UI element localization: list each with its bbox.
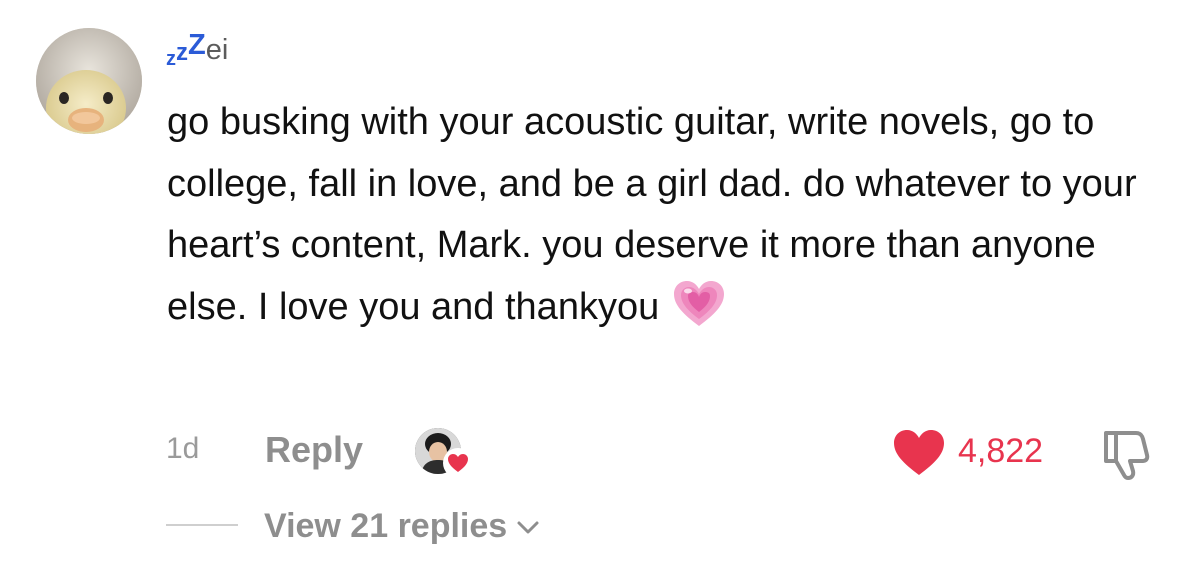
username-zzz-3: Z	[188, 29, 206, 61]
growing-heart-emoji-icon	[673, 280, 725, 328]
comment-body: go busking with your acoustic guitar, wr…	[167, 92, 1167, 338]
chevron-down-icon	[517, 521, 539, 533]
username-zzz-1: z	[166, 48, 176, 70]
username-zzz-2: z	[176, 39, 188, 66]
user-avatar[interactable]	[36, 28, 142, 134]
duckling-avatar-icon	[36, 28, 142, 134]
creator-heart-icon	[443, 448, 473, 478]
heart-icon	[894, 430, 944, 475]
dislike-button[interactable]	[1100, 427, 1156, 481]
view-replies-button[interactable]: View 21 replies	[264, 507, 541, 546]
comment-text: go busking with your acoustic guitar, wr…	[167, 101, 1137, 328]
creator-liked-badge	[415, 428, 473, 478]
thumbs-down-icon	[1104, 431, 1150, 480]
view-replies-label: View 21 replies	[264, 507, 508, 545]
replies-divider	[166, 524, 238, 526]
like-count: 4,822	[958, 432, 1044, 470]
username-text: ei	[205, 34, 229, 66]
reply-button[interactable]: Reply	[265, 429, 363, 471]
comment-timestamp: 1d	[166, 432, 200, 465]
like-button[interactable]	[893, 429, 945, 477]
username[interactable]: zzZei	[166, 29, 229, 73]
